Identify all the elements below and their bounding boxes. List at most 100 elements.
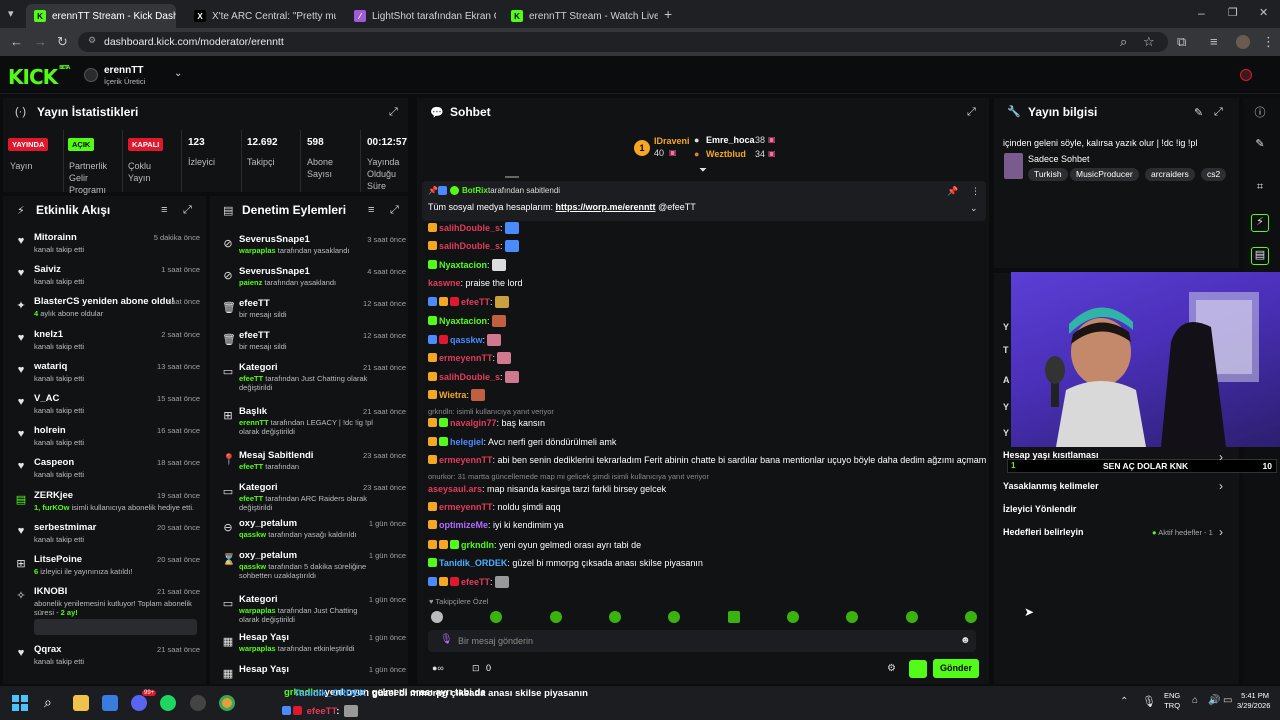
network-icon[interactable]: ⌂ (1192, 695, 1198, 706)
emote-icon[interactable] (431, 611, 443, 623)
tab-x-arc-central[interactable]: X X'te ARC Central: "Pretty much ✕ (186, 4, 336, 28)
moderation-target[interactable]: Hesap Yaşı (239, 664, 289, 675)
moderation-target[interactable]: efeeTT (239, 298, 270, 309)
user-avatar[interactable] (1240, 69, 1252, 81)
moderation-target[interactable]: efeeTT (239, 330, 270, 341)
reading-list-icon[interactable]: ≡ (1210, 34, 1218, 49)
app-icon[interactable] (190, 695, 206, 711)
maximize-icon[interactable]: ❐ (1228, 6, 1238, 19)
tab-search-icon[interactable]: ▾ (8, 7, 14, 20)
activity-user[interactable]: holrein (34, 425, 66, 436)
moderation-target[interactable]: Kategori (239, 362, 278, 373)
bookmark-star-icon[interactable]: ☆ (1143, 34, 1155, 50)
chat-username[interactable]: optimizeMe (439, 520, 488, 530)
store-icon[interactable] (102, 695, 118, 711)
chat-username[interactable]: navalgin77 (450, 418, 497, 428)
chat-username[interactable]: grkndln (461, 540, 494, 550)
moderation-target[interactable]: oxy_petalum (239, 518, 297, 529)
filter-icon[interactable]: ≡ (368, 204, 374, 216)
chat-username[interactable]: Nyaxtacion (439, 316, 487, 326)
chat-username[interactable]: Tanidik_ORDEK (439, 558, 507, 568)
chevron-right-icon[interactable]: › (1219, 479, 1223, 493)
banned-words-setting[interactable]: Yasaklanmış kelimeler (1003, 481, 1099, 491)
emote-icon[interactable] (906, 611, 918, 623)
chat-username[interactable]: helegiel (450, 437, 484, 447)
popout-icon[interactable]: ⤢ (183, 204, 192, 217)
emote-icon[interactable] (550, 611, 562, 623)
activity-user[interactable]: IKNOBI (34, 586, 67, 597)
microphone-icon[interactable]: 🎙 (1142, 695, 1156, 708)
popout-icon[interactable]: ⤢ (389, 106, 398, 119)
info-icon[interactable]: ⓘ (1251, 104, 1269, 122)
chat-username[interactable]: salihDouble_s (439, 223, 500, 233)
activity-user[interactable]: Saiviz (34, 264, 61, 275)
popout-icon[interactable]: ⤢ (390, 204, 399, 217)
pencil-icon[interactable]: ✎ (1194, 106, 1203, 119)
chat-username[interactable]: Wietra (439, 390, 466, 400)
chat-input[interactable]: 🎙 Bir mesaj gönderin ☻ (428, 630, 976, 652)
search-icon[interactable]: ⌕ (44, 694, 52, 711)
kick-logo[interactable]: KICK BETA (8, 65, 70, 89)
battery-icon[interactable]: ▭ (1223, 695, 1232, 706)
menu-kebab-icon[interactable]: ⋮ (971, 186, 980, 197)
pinned-link[interactable]: https://worp.me/erenntt (556, 202, 656, 212)
moderation-target[interactable]: oxy_petalum (239, 550, 297, 561)
profile-avatar[interactable] (1236, 35, 1250, 49)
emote-icon[interactable] (965, 611, 977, 623)
chat-username[interactable]: ermeyennTT (439, 455, 493, 465)
file-explorer-icon[interactable] (73, 695, 89, 711)
chevron-up-icon[interactable]: ⌃ (1120, 696, 1128, 707)
filter-icon[interactable]: ≡ (161, 204, 167, 216)
moderation-target[interactable]: Başlık (239, 406, 267, 417)
discord-icon[interactable] (131, 695, 147, 711)
send-button[interactable]: Gönder (933, 659, 979, 678)
moderation-target[interactable]: Hesap Yaşı (239, 632, 289, 643)
close-window-icon[interactable]: ✕ (1259, 6, 1268, 19)
moderation-target[interactable]: SeverusSnape1 (239, 266, 310, 277)
activity-user[interactable]: Qqrax (34, 644, 61, 655)
emoji-icon[interactable]: ☻ (960, 635, 971, 646)
activity-user[interactable]: Caspeon (34, 457, 74, 468)
volume-icon[interactable]: 🔊 (1208, 695, 1220, 706)
chat-username[interactable]: ermeyennTT (439, 502, 493, 512)
activity-user[interactable]: watariq (34, 361, 67, 372)
tab-kick-watch[interactable]: K erennTT Stream - Watch Live o ✕ (503, 4, 658, 28)
tab-lightshot[interactable]: ⁄ LightShot tarafından Ekran Gön ✕ (346, 4, 496, 28)
account-age-setting[interactable]: Hesap yaşı kısıtlaması (1003, 450, 1099, 460)
chrome-icon[interactable] (219, 695, 235, 711)
activity-user[interactable]: V_AC (34, 393, 59, 404)
emote-icon[interactable] (846, 611, 858, 623)
kick-emote-icon[interactable] (909, 660, 927, 678)
chat-username[interactable]: salihDouble_s (439, 372, 500, 382)
forward-icon[interactable]: → (34, 34, 47, 49)
gift-icon[interactable]: ⊡ (472, 663, 480, 674)
channel-avatar[interactable] (84, 68, 98, 82)
chat-username[interactable]: aseysaul.ars (428, 484, 482, 494)
chat-username[interactable]: qasskw (450, 335, 483, 345)
gear-icon[interactable]: ⚙ (887, 663, 896, 674)
collapse-icon[interactable]: ⏷ (699, 165, 707, 176)
microphone-icon[interactable]: 🎙 (440, 634, 453, 645)
drag-handle[interactable] (505, 176, 519, 178)
windows-start-icon[interactable] (12, 695, 28, 711)
unpin-icon[interactable]: 📌 (947, 186, 958, 197)
chat-username[interactable]: efeeTT (461, 577, 490, 587)
tab-kick-dashboard[interactable]: K erennTT Stream - Kick Dashbo ✕ (26, 4, 176, 28)
activity-user[interactable]: Mitorainn (34, 232, 77, 243)
popout-icon[interactable]: ⤢ (967, 106, 976, 119)
chat-username[interactable]: ermeyennTT (439, 353, 493, 363)
emote-icon[interactable] (609, 611, 621, 623)
moderation-target[interactable]: Mesaj Sabitlendi (239, 450, 313, 461)
document-icon[interactable]: ▤ (1251, 247, 1269, 265)
chevron-right-icon[interactable]: › (1219, 450, 1223, 464)
emote-icon[interactable] (728, 611, 740, 623)
redirect-viewers-setting[interactable]: İzleyici Yönlendir (1003, 504, 1076, 514)
chat-username[interactable]: kaswne (428, 278, 461, 288)
clock[interactable]: 5:41 PM 3/29/2026 (1237, 691, 1270, 711)
new-tab-icon[interactable]: + (664, 6, 672, 22)
lightning-icon[interactable]: ⚡ (1251, 214, 1269, 232)
kicks-icon[interactable]: ●∞ (432, 663, 444, 673)
chevron-down-icon[interactable]: ⌄ (970, 203, 978, 214)
chat-username[interactable]: Nyaxtacion (439, 260, 487, 270)
reload-icon[interactable]: ↻ (57, 34, 68, 50)
